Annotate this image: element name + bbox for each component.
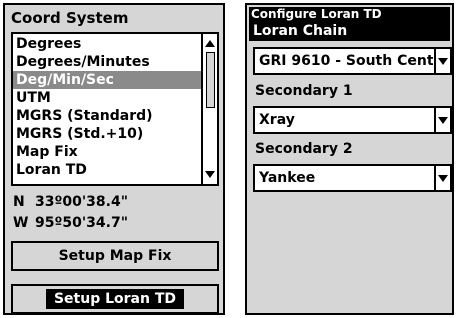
scroll-thumb[interactable]	[206, 52, 215, 108]
list-item-map-fix[interactable]: Map Fix	[13, 143, 201, 161]
list-scrollbar[interactable]	[201, 34, 217, 184]
list-item-degrees-minutes[interactable]: Degrees/Minutes	[13, 53, 201, 71]
setup-loran-td-label: Setup Loran TD	[45, 289, 185, 309]
secondary-2-value: Yankee	[259, 170, 316, 186]
list-item-mgrs-std-10[interactable]: MGRS (Std.+10)	[13, 125, 201, 143]
secondary-2-dropdown-button[interactable]	[434, 166, 450, 190]
latitude-label: N	[13, 194, 25, 210]
loran-chain-label: Loran Chain	[249, 21, 450, 41]
coord-system-list[interactable]: Degrees Degrees/Minutes Deg/Min/Sec UTM …	[11, 32, 219, 186]
dropdown-arrow-icon	[438, 175, 448, 182]
longitude-value: 95º50'34.7"	[35, 215, 128, 231]
scroll-up-icon[interactable]	[205, 40, 215, 47]
panel-title: Coord System	[11, 9, 129, 27]
coord-list-items: Degrees Degrees/Minutes Deg/Min/Sec UTM …	[13, 35, 201, 179]
setup-map-fix-button[interactable]: Setup Map Fix	[11, 241, 219, 271]
configure-loran-panel: Configure Loran TD Loran Chain GRI 9610 …	[245, 3, 454, 315]
loran-chain-value: GRI 9610 - South Centr	[259, 53, 433, 69]
secondary-2-label: Secondary 2	[255, 141, 353, 157]
setup-loran-td-button[interactable]: Setup Loran TD	[11, 284, 219, 314]
secondary-1-dropdown-button[interactable]	[434, 108, 450, 132]
list-item-loran-td[interactable]: Loran TD	[13, 161, 201, 179]
list-item-deg-min-sec[interactable]: Deg/Min/Sec	[13, 71, 201, 89]
longitude-label: W	[13, 215, 29, 231]
coord-system-panel: Coord System Degrees Degrees/Minutes Deg…	[3, 3, 225, 315]
secondary-1-value: Xray	[259, 112, 295, 128]
loran-chain-dropdown[interactable]: GRI 9610 - South Centr	[253, 47, 452, 75]
secondary-2-dropdown[interactable]: Yankee	[253, 164, 452, 192]
longitude-readout: W 95º50'34.7"	[13, 215, 128, 231]
list-item-mgrs-standard[interactable]: MGRS (Standard)	[13, 107, 201, 125]
list-item-degrees[interactable]: Degrees	[13, 35, 201, 53]
scroll-down-icon[interactable]	[205, 171, 215, 178]
list-item-utm[interactable]: UTM	[13, 89, 201, 107]
dialog-title: Configure Loran TD	[249, 7, 450, 21]
setup-map-fix-label: Setup Map Fix	[58, 248, 172, 264]
dropdown-arrow-icon	[438, 58, 448, 65]
dropdown-arrow-icon	[438, 117, 448, 124]
latitude-readout: N 33º00'38.4"	[13, 194, 128, 210]
loran-chain-dropdown-button[interactable]	[434, 49, 450, 73]
secondary-1-dropdown[interactable]: Xray	[253, 106, 452, 134]
secondary-1-label: Secondary 1	[255, 83, 353, 99]
latitude-value: 33º00'38.4"	[35, 194, 128, 210]
